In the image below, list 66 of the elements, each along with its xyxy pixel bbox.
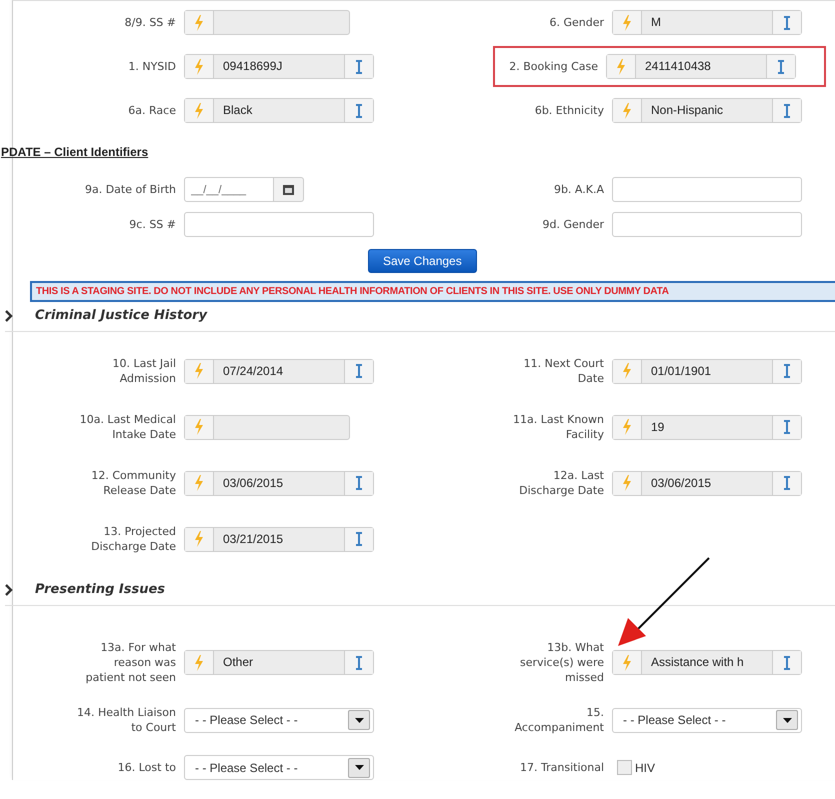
info-icon[interactable] bbox=[772, 360, 801, 382]
field-label: 9b. A.K.A bbox=[554, 182, 604, 197]
field-label: 12. Community Release Date bbox=[90, 468, 176, 498]
info-icon[interactable] bbox=[344, 528, 373, 550]
section-title: Criminal Justice History bbox=[35, 308, 208, 323]
field-value: Assistance with h bbox=[650, 654, 745, 671]
field-value: 2411410438 bbox=[644, 58, 712, 75]
field-label: 8/9. SS # bbox=[124, 15, 176, 30]
select-dropdown[interactable]: - - Please Select - - bbox=[184, 708, 374, 732]
field-value: Non-Hispanic bbox=[650, 102, 724, 119]
info-icon[interactable] bbox=[344, 472, 373, 494]
section-heading: PDATE – Client Identifiers bbox=[1, 145, 148, 159]
info-icon[interactable] bbox=[772, 651, 801, 674]
info-icon[interactable] bbox=[766, 55, 795, 78]
calendar-icon[interactable] bbox=[274, 177, 304, 202]
checkbox-label: HIV bbox=[635, 760, 656, 774]
field-value: 07/24/2014 bbox=[222, 362, 284, 380]
field-label: 11. Next Court Date bbox=[522, 356, 604, 386]
info-icon[interactable] bbox=[344, 651, 373, 674]
field-value: 03/21/2015 bbox=[222, 530, 284, 548]
field-label: 6. Gender bbox=[549, 15, 604, 30]
save-button[interactable]: Save Changes bbox=[368, 249, 477, 273]
field-label: 15. Accompaniment bbox=[514, 705, 604, 735]
field-label: 6b. Ethnicity bbox=[534, 103, 604, 118]
chevron-icon[interactable] bbox=[5, 310, 13, 322]
field-label: 9d. Gender bbox=[542, 217, 604, 232]
field-label: 6a. Race bbox=[128, 103, 176, 118]
field-label: 1. NYSID bbox=[128, 59, 176, 74]
input-field[interactable] bbox=[612, 177, 802, 202]
field-label: 16. Lost to bbox=[118, 760, 176, 775]
field-value: 01/01/1901 bbox=[650, 362, 712, 380]
input-field[interactable] bbox=[184, 212, 374, 237]
date-input[interactable]: __/__/____ bbox=[184, 177, 274, 202]
field-label: 11a. Last Known Facility bbox=[512, 412, 604, 442]
field-value: 19 bbox=[650, 418, 666, 436]
info-icon[interactable] bbox=[772, 11, 801, 34]
select-dropdown[interactable]: - - Please Select - - bbox=[184, 755, 374, 780]
input-field[interactable] bbox=[612, 212, 802, 237]
field-value: Other bbox=[222, 654, 254, 671]
field-value: 03/06/2015 bbox=[650, 474, 712, 492]
field-label: 14. Health Liaison to Court bbox=[76, 705, 176, 735]
chevron-icon[interactable] bbox=[5, 584, 13, 596]
field-label: 13a. For what reason was patient not seen bbox=[84, 640, 176, 685]
field-label: 10. Last Jail Admission bbox=[112, 356, 176, 386]
info-icon[interactable] bbox=[344, 55, 373, 78]
checkbox[interactable] bbox=[617, 760, 632, 775]
field-value: 09418699J bbox=[222, 58, 284, 75]
field-label: 9a. Date of Birth bbox=[84, 182, 176, 197]
field-value: M bbox=[650, 14, 662, 31]
field-label: 9c. SS # bbox=[129, 217, 176, 232]
field-label: 2. Booking Case bbox=[509, 59, 598, 74]
info-icon[interactable] bbox=[772, 472, 801, 494]
select-dropdown[interactable]: - - Please Select - - bbox=[612, 708, 802, 732]
field-value: Black bbox=[222, 102, 254, 119]
section-title: Presenting Issues bbox=[35, 582, 166, 597]
field-label: 13b. What service(s) were missed bbox=[518, 640, 604, 685]
field-label: 10a. Last Medical Intake Date bbox=[78, 412, 176, 442]
info-icon[interactable] bbox=[772, 416, 801, 438]
info-icon[interactable] bbox=[344, 99, 373, 122]
field-value: 03/06/2015 bbox=[222, 474, 284, 492]
info-icon[interactable] bbox=[344, 360, 373, 382]
info-icon[interactable] bbox=[772, 99, 801, 122]
field-label: 17. Transitional bbox=[520, 760, 604, 775]
field-label: 12a. Last Discharge Date bbox=[518, 468, 604, 498]
field-label: 13. Projected Discharge Date bbox=[90, 524, 176, 554]
staging-banner: THIS IS A STAGING SITE. DO NOT INCLUDE ANY PERSONAL HEALTH INFORMATION OF CLIENTS IN THIS SITE. USE ONLY DUMMY DATA bbox=[30, 281, 835, 302]
